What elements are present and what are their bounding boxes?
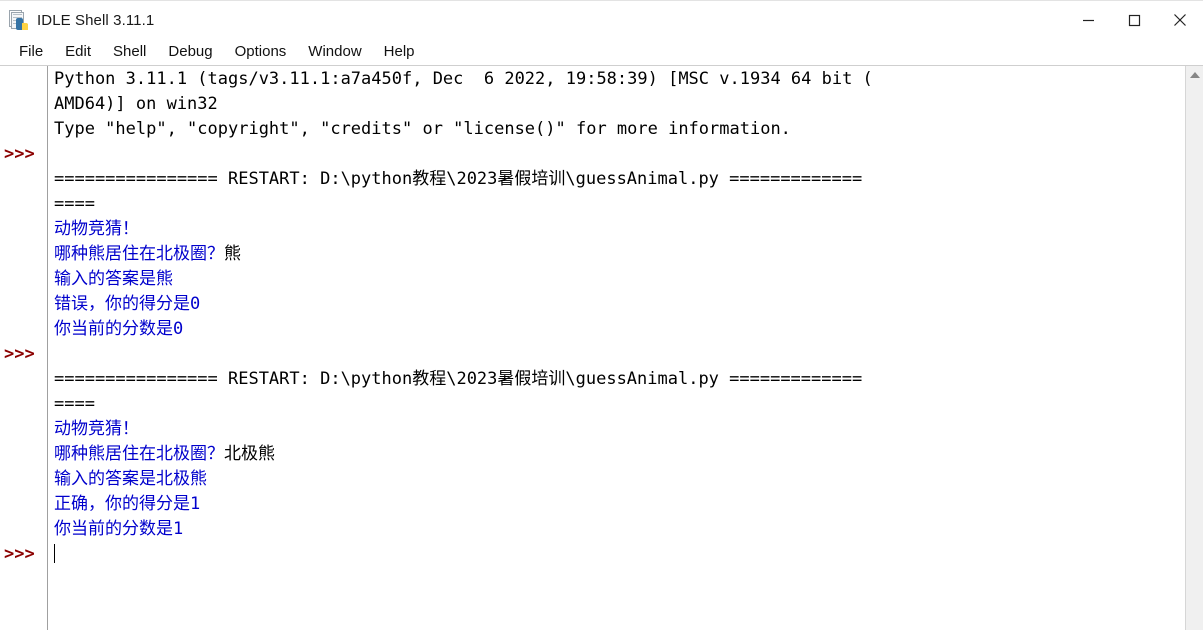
shell-line: 动物竞猜！ [54,217,1185,242]
program-output-text: 动物竞猜！ [54,419,139,439]
close-icon [1174,14,1186,26]
program-output-text: 哪种熊居住在北极圈？ [54,244,224,264]
shell-prompt: >>> [4,344,35,364]
program-output-text: 你当前的分数是0 [54,319,184,339]
shell-line: ==== [54,394,95,414]
user-input-text: 熊 [224,244,241,264]
user-input-text: 北极熊 [224,444,275,464]
maximize-icon [1128,14,1140,26]
menu-bar: File Edit Shell Debug Options Window Hel… [0,39,1203,65]
shell-prompt: >>> [4,544,35,564]
program-output-text: 正确，你的得分是1 [54,494,201,514]
menu-item-help[interactable]: Help [373,41,426,63]
shell-line: Type "help", "copyright", "credits" or "… [54,119,791,139]
window-title: IDLE Shell 3.11.1 [37,11,155,29]
close-button[interactable] [1157,1,1203,39]
program-output-text: 输入的答案是熊 [54,269,173,289]
menu-item-debug[interactable]: Debug [157,41,223,63]
shell-area: >>> >>> >>> Python 3.11.1 (tags/v3.11.1:a7… [0,65,1203,630]
program-output-text: 输入的答案是北极熊 [54,469,207,489]
shell-line: Python 3.11.1 (tags/v3.11.1:a7a450f, Dec… [54,69,873,89]
window-controls [1065,1,1203,39]
program-output-text: 动物竞猜！ [54,219,139,239]
shell-text-output[interactable]: Python 3.11.1 (tags/v3.11.1:a7a450f, Dec… [48,66,1185,630]
shell-line: ================ RESTART: D:\python教程\20… [54,169,863,189]
menu-item-options[interactable]: Options [224,41,298,63]
shell-line: 哪种熊居住在北极圈？熊 [54,242,1185,267]
text-caret [54,544,55,563]
shell-line: AMD64)] on win32 [54,94,218,114]
shell-line: 正确，你的得分是1 [54,492,1185,517]
maximize-button[interactable] [1111,1,1157,39]
menu-item-file[interactable]: File [8,41,54,63]
prompt-gutter: >>> >>> >>> [0,66,48,630]
shell-line: 你当前的分数是1 [54,517,1185,542]
shell-line: 输入的答案是熊 [54,267,1185,292]
shell-prompt: >>> [4,144,35,164]
shell-line [54,542,1185,567]
minimize-icon [1082,19,1094,21]
program-output-text: 哪种熊居住在北极圈？ [54,444,224,464]
shell-line: 你当前的分数是0 [54,317,1185,342]
menu-item-window[interactable]: Window [297,41,372,63]
program-output-text: 你当前的分数是1 [54,519,184,539]
shell-line: 动物竞猜！ [54,417,1185,442]
shell-line: 哪种熊居住在北极圈？北极熊 [54,442,1185,467]
idle-shell-window: IDLE Shell 3.11.1 File Edit Shell Debug … [0,0,1203,630]
scroll-up-arrow[interactable] [1186,66,1203,84]
program-output-text: 错误，你的得分是0 [54,294,201,314]
title-bar: IDLE Shell 3.11.1 [0,1,1203,39]
shell-line: ==== [54,194,95,214]
minimize-button[interactable] [1065,1,1111,39]
shell-line: 输入的答案是北极熊 [54,467,1185,492]
vertical-scrollbar[interactable] [1185,66,1203,630]
menu-item-edit[interactable]: Edit [54,41,102,63]
shell-line: ================ RESTART: D:\python教程\20… [54,369,863,389]
idle-python-icon [8,10,28,30]
shell-line: 错误，你的得分是0 [54,292,1185,317]
menu-item-shell[interactable]: Shell [102,41,157,63]
